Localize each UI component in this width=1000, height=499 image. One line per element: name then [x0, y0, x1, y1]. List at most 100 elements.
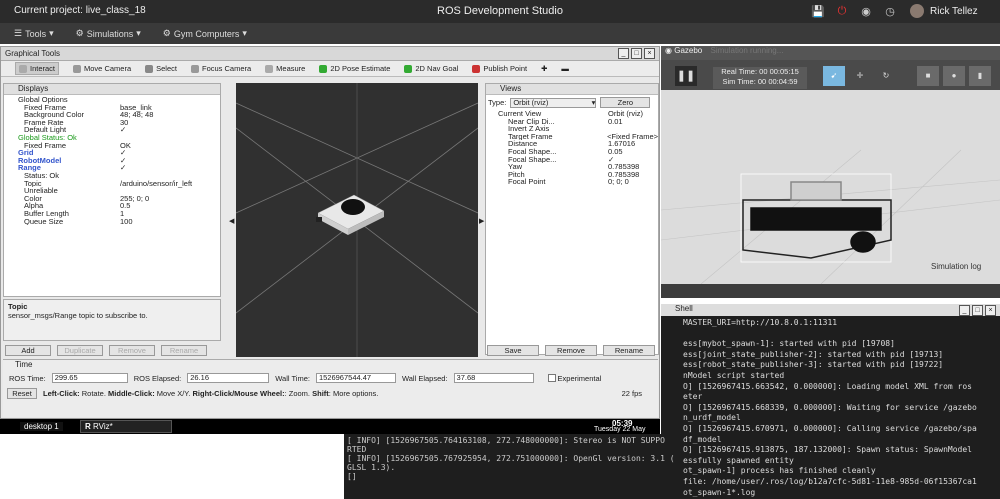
collapse-left-icon[interactable]: ◀	[229, 217, 234, 225]
tree-row-value: ✓	[120, 125, 127, 135]
maximize-button[interactable]: □	[631, 48, 642, 59]
power-icon[interactable]: ⏻	[834, 3, 850, 19]
user-menu[interactable]: Rick Tellez	[910, 4, 978, 18]
shell-title: Shell	[675, 304, 693, 313]
displays-header: Displays	[4, 84, 220, 95]
tree-row[interactable]: Color 255; 0; 0	[10, 195, 220, 203]
shell-close-button[interactable]: ×	[985, 305, 996, 316]
tool-plus[interactable]: ✚	[541, 64, 547, 73]
menu-gym-computers[interactable]: ⚙ Gym Computers ▾	[163, 28, 247, 39]
tree-row-key: Distance	[508, 140, 538, 148]
terminal-line: df_model	[683, 434, 722, 444]
tree-row[interactable]: Pitch 0.785398	[498, 171, 658, 179]
shell-output[interactable]: MASTER_URI=http://10.8.0.1:11311 ess[mybo…	[661, 316, 1000, 498]
zero-button[interactable]: Zero	[600, 97, 651, 108]
tree-row[interactable]: Fixed Frame base_link	[10, 103, 220, 112]
move-camera-icon	[73, 64, 82, 73]
shell-minimize-button[interactable]: _	[959, 305, 970, 316]
rviz-terminal[interactable]: [ INFO] [1526967505.764163108, 272.74800…	[344, 434, 678, 499]
tree-row[interactable]: Distance 1.67016	[498, 140, 658, 148]
gym-icon: ⚙	[162, 28, 171, 38]
tree-row[interactable]: Default Light ✓	[10, 126, 220, 134]
menu-tools[interactable]: ☰ Tools ▾	[14, 28, 54, 39]
save-icon[interactable]: 💾	[810, 3, 826, 19]
pause-button[interactable]: ❚❚	[675, 66, 697, 86]
simulations-icon: ⚙	[75, 28, 84, 38]
display-buttons: Add Duplicate Remove Rename	[5, 345, 219, 356]
experimental-checkbox[interactable]: Experimental	[547, 374, 601, 383]
tool-focus-camera[interactable]: Focus Camera	[190, 64, 251, 73]
views-panel: Views Type: Orbit (rviz) ▾ Zero Current V…	[485, 83, 659, 355]
minus-icon: ▬	[561, 64, 569, 73]
shell-maximize-button[interactable]: □	[972, 305, 983, 316]
tree-row[interactable]: Queue Size 100	[10, 217, 220, 226]
views-type-select[interactable]: Orbit (rviz) ▾	[510, 97, 597, 108]
tree-row-value: 0; 0; 0	[608, 177, 629, 187]
desktop-switcher[interactable]: desktop 1	[20, 422, 63, 431]
tool-select[interactable]: Select	[145, 64, 177, 73]
save-view-button[interactable]: Save	[487, 345, 539, 356]
tool-2d-nav-goal[interactable]: 2D Nav Goal	[404, 64, 458, 73]
publish-point-icon	[472, 64, 481, 73]
clock-icon[interactable]: ◷	[882, 3, 898, 19]
mouse-hint: Left-Click: Rotate. Middle-Click: Move X…	[43, 389, 379, 398]
tree-row[interactable]: Near Clip Di... 0.01	[498, 117, 658, 126]
tree-row[interactable]: Topic/arduino/sensor/ir_left	[10, 178, 220, 188]
displays-panel: Displays Global Options Fixed Frame base_l…	[3, 83, 221, 297]
tree-row[interactable]: Range ✓	[10, 164, 220, 172]
select-mode-button[interactable]: ➹	[823, 66, 845, 86]
terminal-line: O] [1526967415.913875, 187.132000]: Spaw…	[683, 445, 972, 455]
tree-row-key: Default Light	[24, 126, 67, 134]
topic-desc-text: sensor_msgs/Range topic to subscribe to.	[8, 311, 148, 320]
tool-minus[interactable]: ▬	[561, 64, 569, 73]
taskbar-rviz-app[interactable]: R RViz*	[80, 420, 172, 433]
tree-row[interactable]: Fixed Frame OK	[10, 141, 220, 150]
terminal-line: GLSL 1.3).	[347, 463, 396, 472]
tool-publish-point[interactable]: Publish Point	[472, 64, 527, 73]
reset-button[interactable]: Reset	[7, 388, 37, 399]
tree-row-value: /arduino/sensor/ir_left	[120, 178, 193, 188]
duplicate-button[interactable]: Duplicate	[57, 345, 103, 356]
tree-row[interactable]: Background Color 48; 48; 48	[10, 111, 220, 119]
tree-row[interactable]: RobotModel ✓	[10, 157, 220, 165]
collapse-right-icon[interactable]: ▶	[479, 217, 484, 225]
gazebo-title: Gazebo	[674, 46, 703, 55]
tree-row[interactable]: Focal Point 0; 0; 0	[498, 178, 658, 186]
remove-button[interactable]: Remove	[109, 345, 155, 356]
user-name: Rick Tellez	[930, 5, 978, 17]
translate-button[interactable]: ✛	[849, 66, 871, 86]
tree-row[interactable]: Global Status: Ok	[10, 134, 220, 142]
focus-camera-icon	[190, 64, 199, 73]
tool-2d-pose-estimate[interactable]: 2D Pose Estimate	[319, 64, 390, 73]
tool-move-camera[interactable]: Move Camera	[73, 64, 131, 73]
caret-icon: ▾	[242, 28, 247, 38]
close-button[interactable]: ×	[644, 48, 655, 59]
tree-row[interactable]: Frame Rate 30	[10, 119, 220, 127]
menu-simulations[interactable]: ⚙ Simulations ▾	[76, 28, 141, 39]
globe-icon[interactable]: ◉	[858, 3, 874, 19]
tree-row[interactable]: Global Options	[10, 96, 220, 104]
rviz-titlebar: Graphical Tools _ □ ×	[1, 47, 659, 61]
tool-measure[interactable]: Measure	[265, 64, 305, 73]
tree-row[interactable]: Alpha 0.5	[10, 202, 220, 210]
simulation-log-label[interactable]: Simulation log	[931, 262, 981, 271]
tree-row[interactable]: Current View Orbit (rviz)	[498, 110, 658, 118]
terminal-line: n_urdf_model	[683, 413, 741, 423]
tree-row[interactable]: Grid ✓	[10, 149, 220, 157]
remove-view-button[interactable]: Remove	[545, 345, 597, 356]
rename-button[interactable]: Rename	[161, 345, 207, 356]
dropdown-icon: ▾	[591, 97, 596, 107]
rotate-button[interactable]: ↻	[875, 66, 897, 86]
add-button[interactable]: Add	[5, 345, 51, 356]
sphere-shape-button[interactable]: ●	[943, 66, 965, 86]
cylinder-shape-button[interactable]: ▮	[969, 66, 991, 86]
tree-row[interactable]: Buffer Length 1	[10, 210, 220, 218]
gazebo-scene[interactable]: Simulation log	[661, 90, 1000, 284]
rename-view-button[interactable]: Rename	[603, 345, 655, 356]
tool-interact[interactable]: Interact	[15, 62, 60, 75]
minimize-button[interactable]: _	[618, 48, 629, 59]
tree-row[interactable]: Focal Shape... 0.05	[498, 148, 658, 156]
rviz-3d-view[interactable]	[236, 83, 478, 357]
tree-row[interactable]: Unreliable	[10, 187, 220, 195]
box-shape-button[interactable]: ■	[917, 66, 939, 86]
